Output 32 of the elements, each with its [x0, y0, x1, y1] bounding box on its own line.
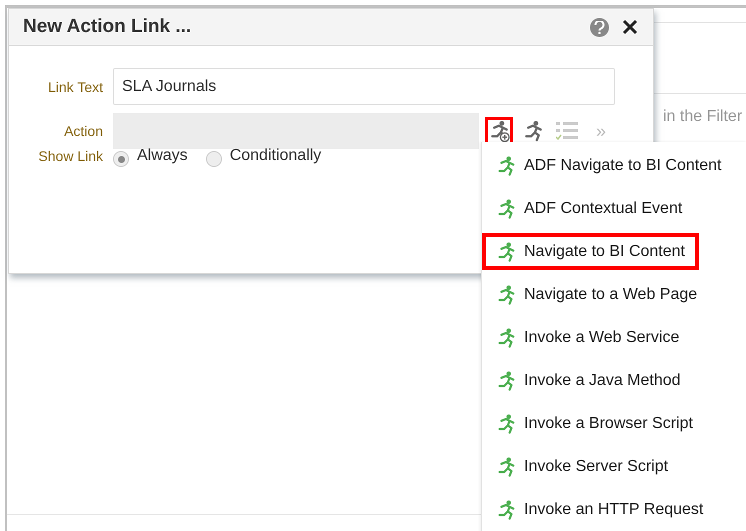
runner-icon — [496, 284, 516, 306]
field-label: Link Text — [47, 78, 103, 94]
runner-icon — [496, 370, 516, 392]
runner-icon — [522, 120, 544, 142]
runner-icon — [496, 240, 516, 262]
menu-item[interactable]: ADF Navigate to BI Content — [482, 147, 736, 184]
dialog-title: New Action Link ... — [23, 16, 192, 38]
runner-icon — [496, 198, 516, 220]
runner-icon — [496, 456, 516, 478]
radio-button[interactable] — [113, 151, 129, 167]
radio-label: Conditionally — [230, 147, 322, 165]
link-text-field[interactable]: SLA Journals — [113, 68, 615, 105]
menu-item[interactable]: Invoke a Browser Script — [482, 405, 707, 442]
menu-item[interactable]: ADF Contextual Event — [482, 190, 696, 227]
help-icon[interactable] — [590, 18, 609, 36]
runner-icon — [496, 412, 516, 434]
menu-item[interactable]: Invoke a Web Service — [482, 319, 694, 356]
radio-label: Always — [137, 147, 188, 165]
runner-icon — [496, 154, 516, 176]
menu-item[interactable]: Navigate to BI Content — [482, 233, 699, 270]
radio-button[interactable] — [206, 151, 222, 167]
menu-item[interactable]: Invoke a Java Method — [482, 362, 695, 399]
close-icon[interactable] — [621, 18, 639, 36]
field-label: Action — [63, 123, 103, 139]
field-label: Show Link — [37, 148, 103, 164]
runner-icon — [496, 326, 516, 348]
background-text: in the Filter — [663, 108, 742, 126]
menu-item[interactable]: Navigate to a Web Page — [482, 276, 712, 313]
menu-item[interactable]: Invoke an HTTP Request — [482, 491, 718, 528]
menu-item[interactable]: Invoke Server Script — [482, 448, 682, 485]
runner-icon — [496, 498, 516, 520]
checklist-icon — [556, 121, 578, 141]
